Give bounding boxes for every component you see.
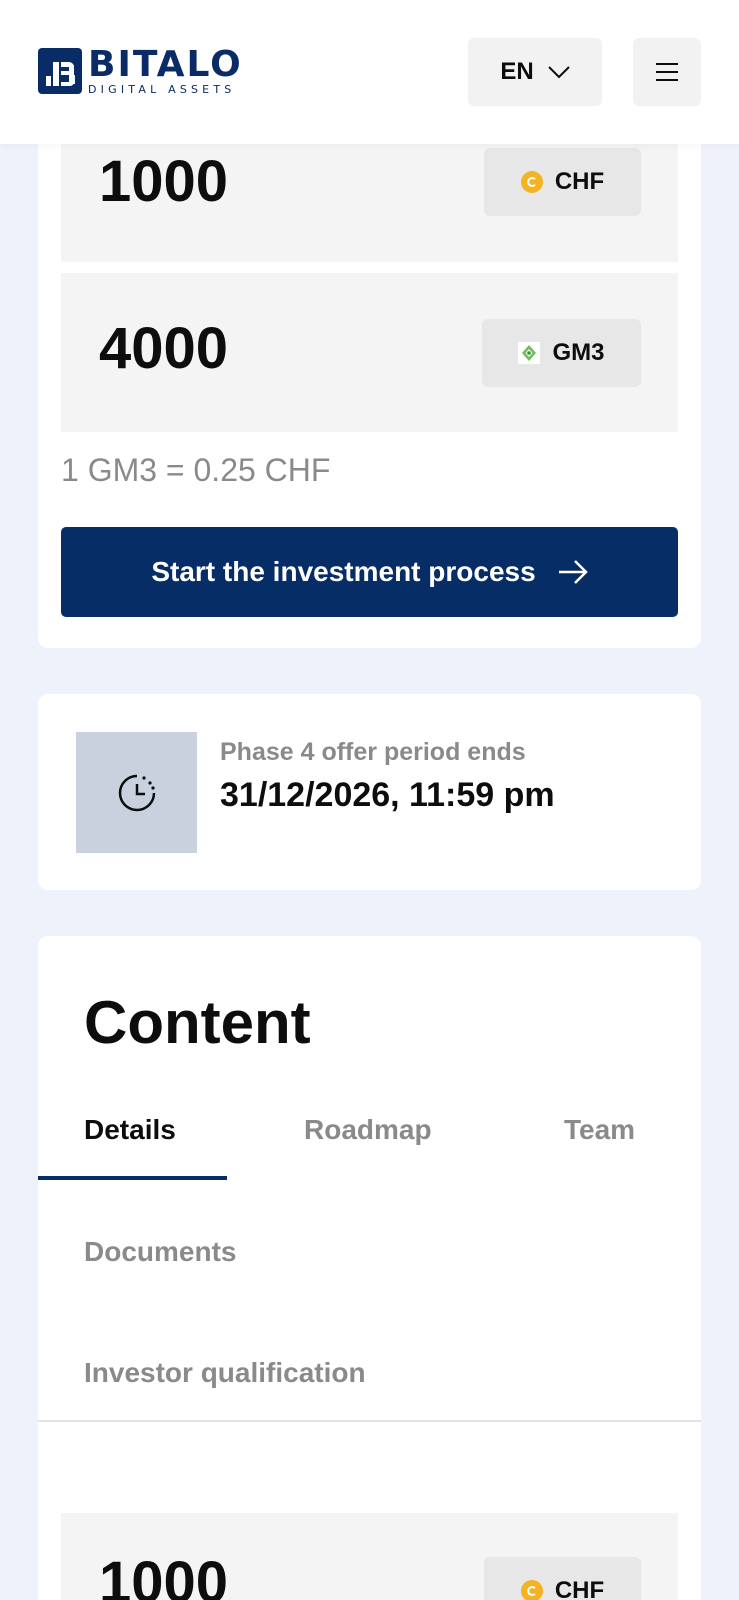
tab-documents[interactable]: Documents (84, 1236, 236, 1268)
chf-coin-icon (520, 1580, 543, 1600)
tab-roadmap[interactable]: Roadmap (304, 1114, 432, 1146)
phase-label: Phase 4 offer period ends (220, 738, 526, 766)
arrow-right-icon (558, 560, 588, 584)
bitalo-logo[interactable]: BITALO DIGITAL ASSETS (38, 44, 243, 96)
receive-amount-field[interactable]: 4000 GM3 (61, 273, 678, 432)
hamburger-menu-button[interactable] (633, 38, 701, 106)
pay-currency-selector[interactable]: CHF (484, 148, 641, 216)
tab-details[interactable]: Details (84, 1114, 176, 1146)
exchange-rate: 1 GM3 = 0.25 CHF (61, 452, 331, 488)
site-header: BITALO DIGITAL ASSETS EN (0, 0, 739, 144)
content-card: Content Details Roadmap Team Documents I… (38, 936, 701, 1600)
investment-calculator-card: 1000 CHF 4000 GM3 1 GM3 = 0.25 CHF Start… (38, 110, 701, 648)
language-selector[interactable]: EN (468, 38, 602, 106)
chf-coin-icon (520, 171, 543, 193)
clock-icon-box (76, 732, 197, 853)
receive-currency-label: GM3 (552, 339, 605, 366)
bottom-pay-amount-value[interactable]: 1000 (99, 1549, 228, 1600)
pay-currency-label: CHF (554, 168, 605, 195)
bottom-pay-amount-field[interactable]: 1000 CHF (61, 1513, 678, 1600)
language-label: EN (500, 58, 534, 85)
bottom-pay-currency-selector[interactable]: CHF (484, 1557, 641, 1600)
phase-deadline-card: Phase 4 offer period ends 31/12/2026, 11… (38, 694, 701, 890)
chevron-down-icon (547, 66, 570, 79)
clock-icon (118, 774, 155, 811)
receive-currency-selector[interactable]: GM3 (482, 319, 641, 387)
logo-title: BITALO (88, 44, 243, 85)
tabs-divider (38, 1420, 701, 1422)
tab-investor-qualification[interactable]: Investor qualification (84, 1357, 366, 1389)
pay-amount-value[interactable]: 1000 (99, 148, 228, 215)
content-title: Content (84, 989, 311, 1056)
logo-subtitle: DIGITAL ASSETS (88, 83, 236, 96)
phase-end-date: 31/12/2026, 11:59 pm (220, 776, 555, 814)
tab-team[interactable]: Team (564, 1114, 635, 1146)
gm3-token-icon (518, 342, 541, 364)
start-investment-label: Start the investment process (151, 556, 536, 587)
active-tab-indicator (38, 1176, 227, 1180)
receive-amount-value[interactable]: 4000 (99, 315, 228, 382)
bottom-pay-currency-label: CHF (554, 1577, 605, 1600)
logo-mark-icon (38, 48, 82, 94)
start-investment-button[interactable]: Start the investment process (61, 527, 678, 617)
hamburger-menu-icon (656, 63, 678, 81)
